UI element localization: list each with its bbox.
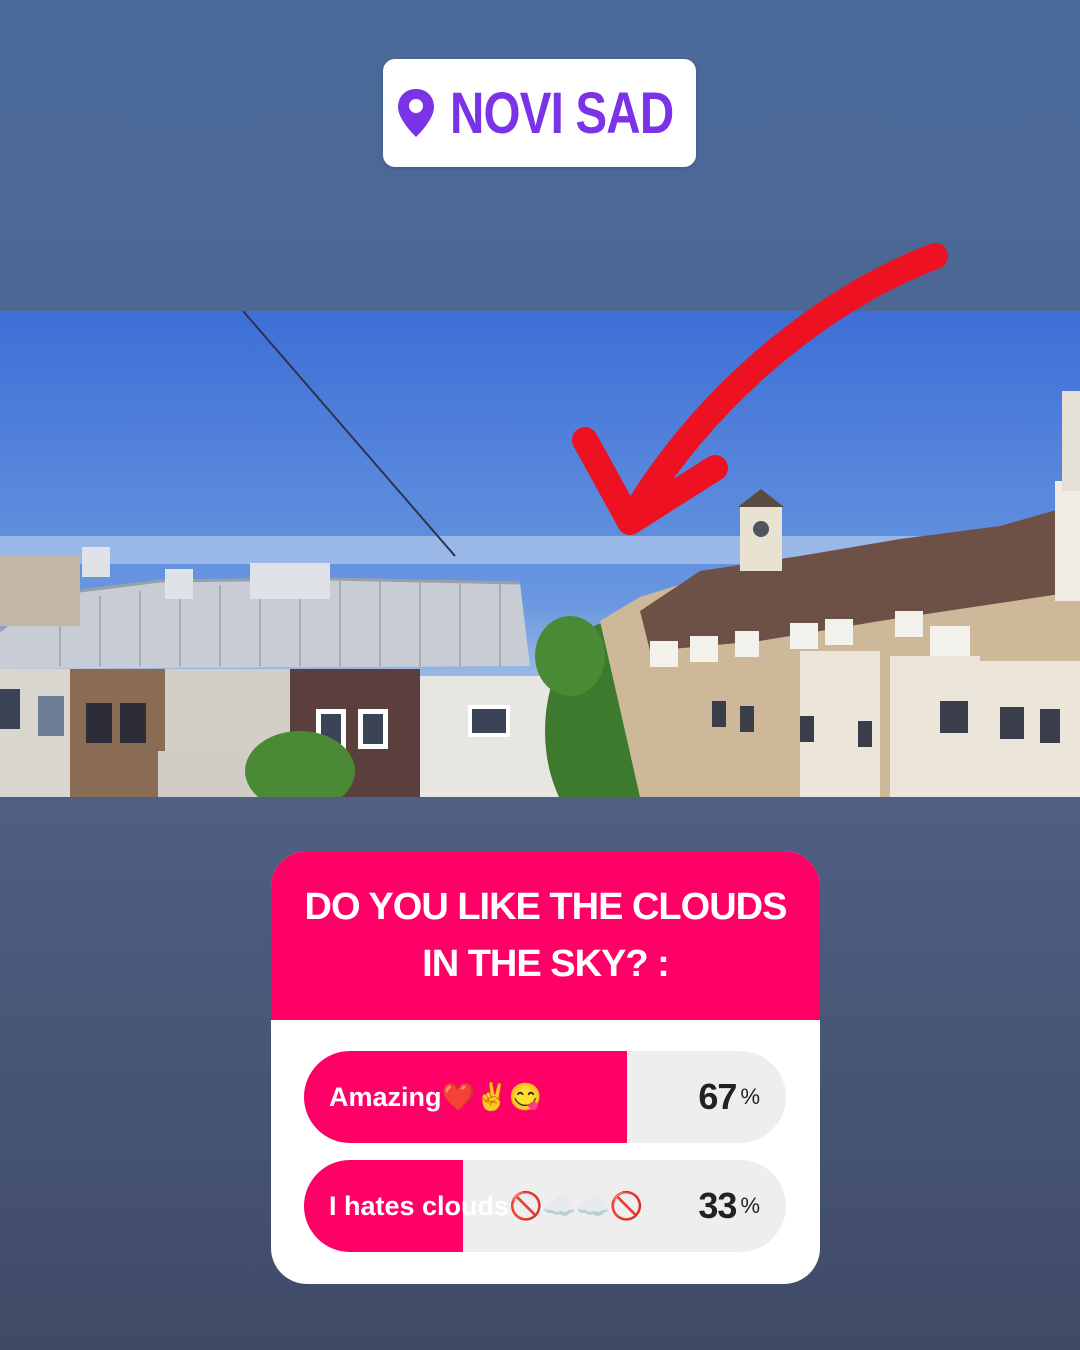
location-pin-icon [398,89,435,137]
location-sticker[interactable]: NOVI SAD [383,59,696,167]
poll-header: DO YOU LIKE THE CLOUDS IN THE SKY? : [271,851,820,1020]
poll-question: DO YOU LIKE THE CLOUDS IN THE SKY? : [304,885,788,985]
poll-option-hates-clouds[interactable]: I hates clouds🚫☁️☁️🚫 33 % [304,1160,786,1252]
poll-option-percent: 67 % [698,1051,760,1143]
city-photo [0,311,1080,797]
poll-option-amazing[interactable]: Amazing❤️✌️😋 67 % [304,1051,786,1143]
location-name: NOVI SAD [450,80,674,146]
percent-sign: % [740,1193,760,1218]
percent-sign: % [740,1084,760,1109]
poll-sticker: DO YOU LIKE THE CLOUDS IN THE SKY? : Ama… [271,851,820,1284]
poll-option-percent: 33 % [698,1160,760,1252]
poll-option-label: Amazing❤️✌️😋 [329,1082,543,1112]
poll-options: Amazing❤️✌️😋 67 % I hates clouds🚫☁️☁️🚫 3… [271,1020,820,1252]
poll-option-label: I hates clouds🚫☁️☁️🚫 [329,1191,644,1221]
percent-value: 33 [698,1185,737,1226]
percent-value: 67 [698,1076,737,1117]
